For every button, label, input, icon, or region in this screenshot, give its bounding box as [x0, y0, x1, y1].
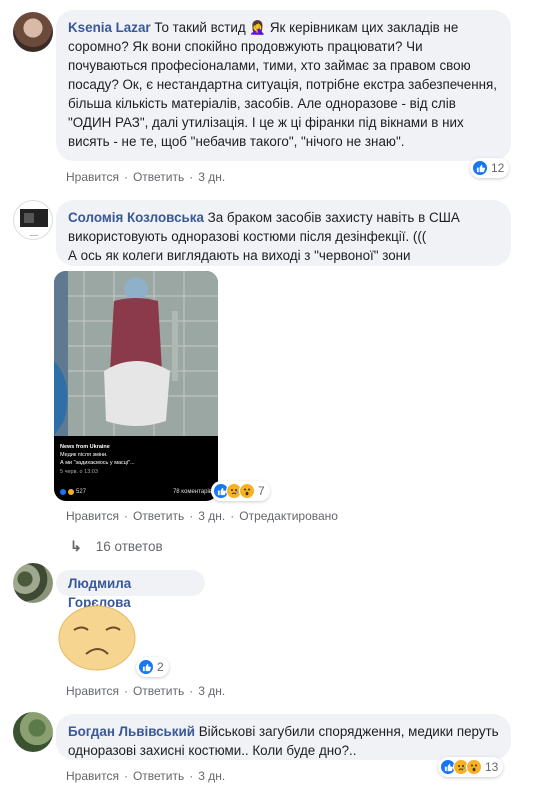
like-link[interactable]: Нравится [66, 170, 119, 184]
timestamp[interactable]: 3 дн. [198, 170, 225, 184]
like-link[interactable]: Нравится [66, 769, 119, 783]
like-icon [472, 160, 488, 176]
reply-link[interactable]: Ответить [133, 170, 184, 184]
comment-bubble: Богдан Львівський Військові загубили спо… [56, 714, 511, 760]
separator: · [123, 769, 128, 783]
replies-count: 16 ответов [95, 539, 163, 554]
comment-author[interactable]: Богдан Львівський [68, 724, 195, 739]
wow-icon [466, 759, 482, 775]
timestamp[interactable]: 3 дн. [198, 769, 225, 783]
reaction-count: 13 [485, 760, 499, 774]
like-link[interactable]: Нравится [66, 509, 119, 523]
timestamp[interactable]: 3 дн. [198, 684, 225, 698]
reaction-summary[interactable]: 13 [438, 757, 504, 777]
reaction-summary[interactable]: 7 [211, 481, 270, 501]
image-date: 5 черв. о 13:03 [60, 469, 98, 475]
separator: · [189, 769, 194, 783]
avatar[interactable]: ___ [13, 200, 53, 240]
separator: · [123, 509, 128, 523]
comment-bubble: Людмила Горєлова [56, 570, 205, 610]
avatar[interactable] [13, 563, 53, 603]
comment-bubble: Ksenia Lazar То такий встид 🤦‍♀️ Як кері… [56, 10, 511, 161]
reply-arrow-icon: ↳ [70, 538, 82, 554]
reply-link[interactable]: Ответить [133, 684, 184, 698]
separator: · [189, 684, 194, 698]
reaction-summary[interactable]: 12 [470, 158, 510, 178]
comment-author[interactable]: Ksenia Lazar [68, 20, 151, 35]
reply-link[interactable]: Ответить [133, 769, 184, 783]
wow-icon [239, 483, 255, 499]
sticker-sad-face [58, 605, 136, 671]
image-caption-1: Медик після зміни. [60, 452, 108, 458]
comment-actions: Нравится · Ответить · 3 дн. [66, 170, 225, 184]
separator: · [123, 170, 128, 184]
reaction-count: 2 [157, 660, 164, 674]
comment-text: То такий встид 🤦‍♀️ Як керівникам цих за… [68, 20, 501, 149]
comment-bubble: Соломія Козловська За браком засобів зах… [56, 200, 511, 266]
separator: · [189, 509, 194, 523]
image-comments-count: 78 коментарів [172, 489, 212, 495]
reaction-count: 7 [258, 484, 265, 498]
comment-actions: Нравится · Ответить · 3 дн. [66, 769, 225, 783]
reaction-count: 12 [491, 161, 505, 175]
avatar[interactable] [13, 12, 53, 52]
comment-actions: Нравится · Ответить · 3 дн. · Отредактирова… [66, 509, 338, 523]
like-link[interactable]: Нравится [66, 684, 119, 698]
timestamp[interactable]: 3 дн. [198, 509, 225, 523]
separator: · [123, 684, 128, 698]
comment-actions: Нравится · Ответить · 3 дн. [66, 684, 225, 698]
edited-label[interactable]: Отредактировано [239, 509, 338, 523]
view-replies-link[interactable]: ↳ 16 ответов [70, 538, 163, 555]
reaction-summary[interactable]: 2 [136, 657, 169, 677]
like-icon [60, 489, 66, 495]
attached-screenshot[interactable]: News from Ukraine Медик після зміни. А м… [54, 271, 218, 501]
image-source: News from Ukraine [60, 444, 110, 450]
like-icon [138, 659, 154, 675]
image-reaction-count: 527 [76, 489, 87, 495]
avatar[interactable] [13, 712, 53, 752]
sad-icon [68, 489, 74, 495]
comment-author[interactable]: Соломія Козловська [68, 210, 204, 225]
reply-link[interactable]: Ответить [133, 509, 184, 523]
separator: · [230, 509, 235, 523]
image-caption-2: А ми "задихаємось у масці"... [60, 460, 135, 466]
svg-text:___: ___ [29, 231, 39, 237]
medic-photo [54, 271, 218, 436]
separator: · [189, 170, 194, 184]
